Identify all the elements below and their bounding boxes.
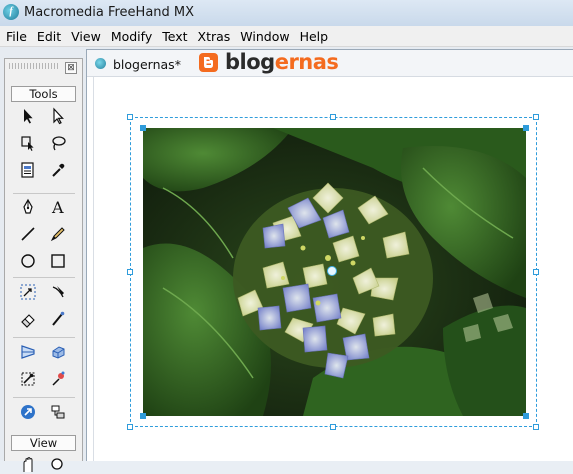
lasso-tool-icon[interactable] bbox=[46, 132, 70, 154]
knife-tool-icon[interactable] bbox=[46, 281, 70, 303]
freehand-app-icon[interactable]: f bbox=[3, 4, 19, 20]
tools-separator bbox=[13, 397, 75, 398]
handle-bottom-center[interactable] bbox=[330, 424, 336, 430]
tools-separator bbox=[13, 337, 75, 338]
subselect-tool-icon[interactable] bbox=[46, 105, 70, 127]
menu-view[interactable]: View bbox=[66, 29, 106, 44]
eraser-tool-icon[interactable] bbox=[16, 308, 40, 330]
tools-separator bbox=[13, 193, 75, 194]
svg-text:A: A bbox=[51, 198, 64, 216]
perspective-tool-icon[interactable] bbox=[16, 341, 40, 363]
menu-help[interactable]: Help bbox=[295, 29, 334, 44]
view-header[interactable]: View bbox=[11, 435, 76, 451]
handle-top-left[interactable] bbox=[127, 114, 133, 120]
image-corner-bottom-left[interactable] bbox=[140, 413, 146, 419]
panel-close-icon[interactable]: ⊠ bbox=[65, 62, 77, 74]
blogger-logo-icon bbox=[199, 53, 218, 72]
ellipse-tool-icon[interactable] bbox=[16, 250, 40, 272]
extrude-tool-icon[interactable] bbox=[46, 341, 70, 363]
tools-header[interactable]: Tools bbox=[11, 86, 76, 102]
window-title: Macromedia FreeHand MX bbox=[24, 5, 195, 20]
menu-edit[interactable]: Edit bbox=[32, 29, 66, 44]
image-corner-top-left[interactable] bbox=[140, 125, 146, 131]
handle-top-right[interactable] bbox=[533, 114, 539, 120]
zoom-tool-icon[interactable] bbox=[46, 452, 70, 474]
tools-separator bbox=[13, 277, 75, 278]
handle-top-center[interactable] bbox=[330, 114, 336, 120]
connector-tool-icon[interactable] bbox=[16, 401, 40, 423]
handle-middle-right[interactable] bbox=[533, 269, 539, 275]
page-tool-icon[interactable] bbox=[16, 159, 40, 181]
handle-middle-left[interactable] bbox=[127, 269, 133, 275]
handle-bottom-left[interactable] bbox=[127, 424, 133, 430]
rectangle-tool-icon[interactable] bbox=[46, 250, 70, 272]
menu-text[interactable]: Text bbox=[157, 29, 192, 44]
menu-modify[interactable]: Modify bbox=[106, 29, 157, 44]
page-edge bbox=[93, 77, 94, 461]
document-tab-bar: blogernas* blogernas bbox=[87, 50, 573, 77]
menu-bar: File Edit View Modify Text Xtras Window … bbox=[0, 26, 573, 47]
pen-tool-icon[interactable] bbox=[16, 196, 40, 218]
document-icon bbox=[95, 58, 106, 69]
menu-xtras[interactable]: Xtras bbox=[193, 29, 236, 44]
line-tool-icon[interactable] bbox=[16, 223, 40, 245]
pointer-tool-icon[interactable] bbox=[16, 105, 40, 127]
image-corner-bottom-right[interactable] bbox=[523, 413, 529, 419]
document-window: blogernas* blogernas bbox=[86, 49, 573, 461]
image-corner-top-right[interactable] bbox=[523, 125, 529, 131]
menu-window[interactable]: Window bbox=[235, 29, 294, 44]
hand-tool-icon[interactable] bbox=[16, 452, 40, 474]
transform-center-point[interactable] bbox=[327, 266, 337, 276]
blend-tool-icon[interactable] bbox=[46, 368, 70, 390]
panel-grip[interactable] bbox=[9, 63, 59, 69]
handle-bottom-right[interactable] bbox=[533, 424, 539, 430]
lasso-select-icon[interactable] bbox=[16, 132, 40, 154]
text-tool-icon[interactable]: A bbox=[46, 196, 70, 218]
trace-tool-icon[interactable] bbox=[16, 368, 40, 390]
chart-tool-icon[interactable] bbox=[46, 401, 70, 423]
eyedropper-tool-icon[interactable] bbox=[46, 159, 70, 181]
scale-tool-icon[interactable] bbox=[16, 281, 40, 303]
tools-panel: ⊠ Tools A View bbox=[4, 58, 83, 472]
title-bar: f Macromedia FreeHand MX bbox=[0, 0, 573, 27]
brand-logo-text: blogernas bbox=[225, 50, 339, 74]
pencil-tool-icon[interactable] bbox=[46, 223, 70, 245]
brand-logo-prefix: blog bbox=[225, 50, 275, 74]
document-tab-title[interactable]: blogernas* bbox=[113, 57, 181, 72]
freeform-tool-icon[interactable] bbox=[46, 308, 70, 330]
brand-logo-suffix: ernas bbox=[274, 50, 339, 74]
menu-file[interactable]: File bbox=[0, 29, 32, 44]
